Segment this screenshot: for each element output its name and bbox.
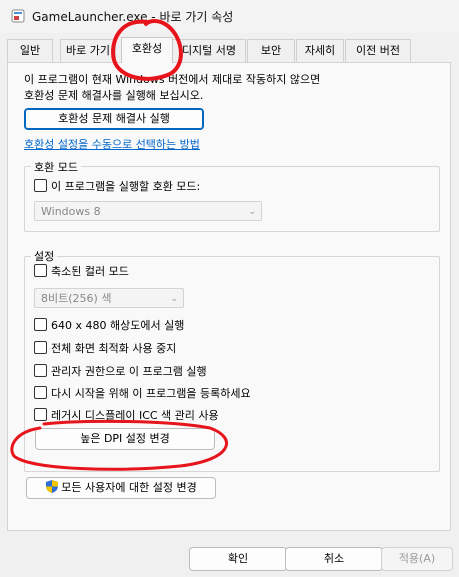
tab-previous-versions[interactable]: 이전 버전 bbox=[345, 39, 411, 62]
manual-settings-link[interactable]: 호환성 설정을 수동으로 선택하는 방법 bbox=[24, 136, 200, 152]
compat-mode-checkbox[interactable]: 이 프로그램을 실행할 호환 모드: bbox=[34, 179, 200, 193]
intro-text-line1: 이 프로그램이 현재 Windows 버전에서 제대로 작동하지 않으면 bbox=[24, 73, 321, 86]
compat-mode-checkbox-box[interactable] bbox=[34, 179, 47, 192]
compat-mode-select[interactable]: Windows 8 ⌄ bbox=[34, 201, 262, 221]
all-users-settings-button[interactable]: 모든 사용자에 대한 설정 변경 bbox=[26, 477, 216, 499]
disable-fullscreen-opt-checkbox-box[interactable] bbox=[34, 341, 47, 354]
tab-compatibility[interactable]: 호환성 bbox=[121, 37, 173, 63]
intro-text-line2: 호환성 문제 해결사를 실행해 보십시오. bbox=[24, 89, 204, 102]
reduced-color-checkbox[interactable]: 축소된 컬러 모드 bbox=[34, 264, 129, 278]
cancel-button[interactable]: 취소 bbox=[285, 547, 383, 571]
chevron-down-icon: ⌄ bbox=[170, 294, 178, 304]
run-as-admin-checkbox[interactable]: 관리자 권한으로 이 프로그램 실행 bbox=[34, 364, 207, 378]
chevron-down-icon: ⌄ bbox=[248, 207, 256, 217]
high-dpi-settings-button[interactable]: 높은 DPI 설정 변경 bbox=[35, 428, 215, 450]
register-restart-checkbox[interactable]: 다시 시작을 위해 이 프로그램을 등록하세요 bbox=[34, 386, 251, 400]
disable-fullscreen-opt-label: 전체 화면 최적화 사용 중지 bbox=[51, 342, 177, 355]
compat-mode-select-value: Windows 8 bbox=[41, 205, 101, 218]
tab-strip: 일반 바로 가기 호환성 디지털 서명 보안 자세히 이전 버전 bbox=[0, 37, 459, 63]
reduced-color-checkbox-box[interactable] bbox=[34, 264, 47, 277]
res-640-label: 640 x 480 해상도에서 실행 bbox=[51, 319, 185, 332]
app-icon bbox=[11, 9, 25, 23]
legacy-icc-checkbox-box[interactable] bbox=[34, 408, 47, 421]
run-as-admin-label: 관리자 권한으로 이 프로그램 실행 bbox=[51, 365, 207, 378]
window-title: GameLauncher.exe - 바로 가기 속성 bbox=[32, 10, 234, 24]
tab-general[interactable]: 일반 bbox=[7, 39, 53, 62]
legacy-icc-label: 레거시 디스플레이 ICC 색 관리 사용 bbox=[51, 409, 219, 422]
register-restart-checkbox-box[interactable] bbox=[34, 386, 47, 399]
settings-group-title: 설정 bbox=[31, 248, 58, 264]
ok-button[interactable]: 확인 bbox=[189, 547, 287, 571]
run-as-admin-checkbox-box[interactable] bbox=[34, 364, 47, 377]
tab-digital-signature[interactable]: 디지털 서명 bbox=[172, 39, 246, 62]
compat-mode-group-title: 호환 모드 bbox=[31, 159, 81, 175]
res-640-checkbox-box[interactable] bbox=[34, 318, 47, 331]
color-depth-select-value: 8비트(256) 색 bbox=[41, 292, 112, 305]
color-depth-select[interactable]: 8비트(256) 색 ⌄ bbox=[34, 288, 184, 308]
register-restart-label: 다시 시작을 위해 이 프로그램을 등록하세요 bbox=[51, 387, 251, 400]
disable-fullscreen-opt-checkbox[interactable]: 전체 화면 최적화 사용 중지 bbox=[34, 341, 176, 355]
compat-mode-group bbox=[24, 166, 440, 232]
tab-details[interactable]: 자세히 bbox=[296, 39, 344, 62]
shield-icon bbox=[46, 480, 59, 493]
apply-button[interactable]: 적용(A) bbox=[381, 547, 453, 571]
run-troubleshooter-button[interactable]: 호환성 문제 해결사 실행 bbox=[24, 108, 204, 130]
compat-mode-checkbox-label: 이 프로그램을 실행할 호환 모드: bbox=[51, 180, 201, 193]
reduced-color-label: 축소된 컬러 모드 bbox=[51, 265, 129, 278]
res-640-checkbox[interactable]: 640 x 480 해상도에서 실행 bbox=[34, 318, 184, 332]
all-users-settings-label: 모든 사용자에 대한 설정 변경 bbox=[61, 481, 197, 494]
tab-shortcut[interactable]: 바로 가기 bbox=[60, 39, 116, 62]
title-bar: GameLauncher.exe - 바로 가기 속성 bbox=[0, 0, 459, 33]
legacy-icc-checkbox[interactable]: 레거시 디스플레이 ICC 색 관리 사용 bbox=[34, 408, 219, 422]
tab-security[interactable]: 보안 bbox=[247, 39, 295, 62]
